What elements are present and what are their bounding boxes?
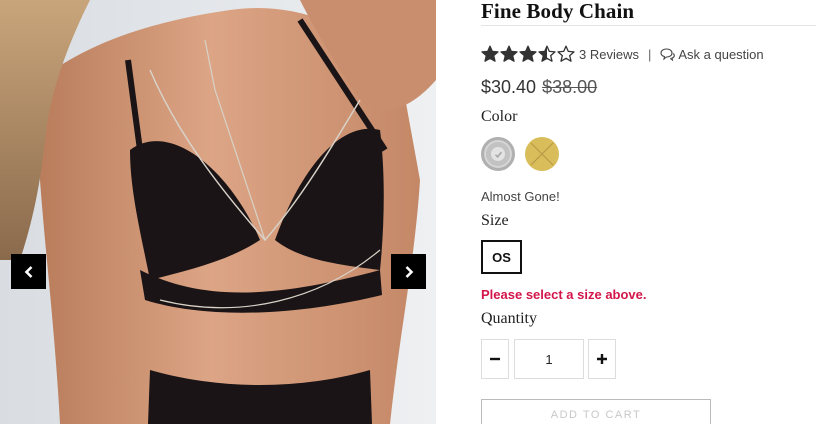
price-row: $30.40 $38.00	[481, 77, 597, 98]
color-swatch-gold[interactable]	[525, 137, 559, 171]
color-swatch-silver[interactable]	[481, 137, 515, 171]
quantity-increase-button[interactable]	[588, 339, 616, 379]
rating-separator: |	[647, 46, 652, 62]
add-to-cart-button[interactable]: ADD TO CART	[481, 399, 711, 424]
color-label: Color	[481, 108, 518, 125]
star-half-icon	[538, 45, 556, 63]
minus-icon	[490, 357, 500, 361]
quantity-label: Quantity	[481, 310, 537, 327]
product-image-gallery	[0, 0, 436, 424]
star-full-icon	[519, 45, 537, 63]
plus-icon	[597, 354, 607, 364]
product-photo	[0, 0, 436, 424]
checkmark-icon	[491, 147, 505, 161]
star-full-icon	[481, 45, 499, 63]
title-divider	[481, 25, 816, 26]
ask-question-link[interactable]: Ask a question	[660, 46, 764, 62]
chevron-left-icon	[24, 265, 32, 278]
unavailable-cross-icon	[530, 142, 554, 166]
star-empty-icon	[557, 45, 575, 63]
quantity-input[interactable]	[514, 339, 584, 379]
chat-bubble-icon	[660, 47, 676, 61]
gallery-prev-button[interactable]	[11, 254, 46, 289]
reviews-link[interactable]: 3 Reviews	[579, 47, 639, 62]
quantity-decrease-button[interactable]	[481, 339, 509, 379]
sale-price: $30.40	[481, 77, 537, 97]
size-label: Size	[481, 212, 509, 229]
product-info-panel: Fine Body Chain 3 Reviews | Ask a questi…	[481, 0, 816, 424]
rating-row: 3 Reviews | Ask a question	[481, 44, 764, 64]
size-option-os[interactable]: OS	[481, 240, 522, 274]
size-error-message: Please select a size above.	[481, 287, 647, 302]
star-full-icon	[500, 45, 518, 63]
gallery-next-button[interactable]	[391, 254, 426, 289]
chevron-right-icon	[405, 265, 413, 278]
product-title: Fine Body Chain	[481, 0, 635, 23]
stock-message: Almost Gone!	[481, 189, 560, 204]
ask-question-label: Ask a question	[678, 46, 764, 62]
original-price: $38.00	[542, 77, 598, 97]
color-swatches	[481, 137, 559, 171]
star-rating[interactable]	[481, 45, 575, 63]
